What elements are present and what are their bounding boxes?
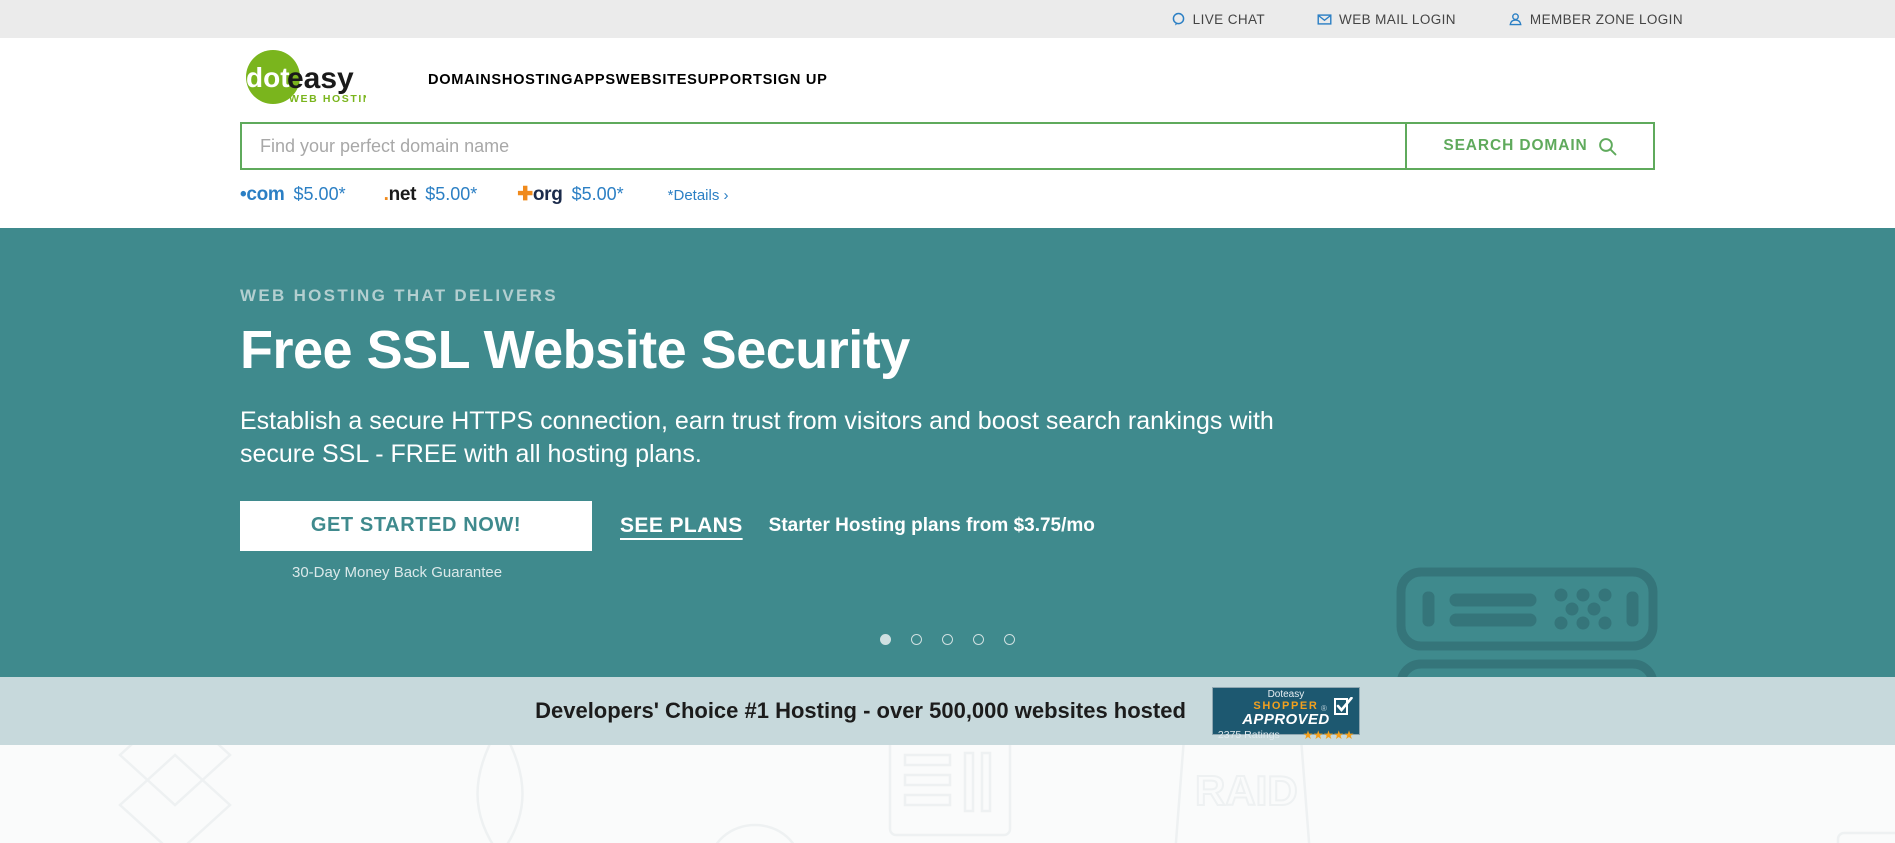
server-rack-icon (1387, 564, 1667, 677)
watermark-graphics: RAID (118, 745, 1895, 843)
site-header: dot easy WEB HOSTING DOMAINS HOSTING APP… (0, 38, 1895, 122)
tld-com-name: •com (240, 184, 285, 205)
search-domain-label: SEARCH DOMAIN (1443, 137, 1588, 154)
domain-search-section: SEARCH DOMAIN (0, 122, 1895, 170)
carousel-dot-3[interactable] (942, 634, 953, 645)
search-domain-button[interactable]: SEARCH DOMAIN (1405, 124, 1653, 168)
badge-footer: 2375 Ratings ★★★★★ (1213, 727, 1359, 742)
hero-eyebrow: WEB HOSTING THAT DELIVERS (240, 286, 558, 305)
carousel-dots (0, 634, 1895, 645)
carousel-dot-2[interactable] (911, 634, 922, 645)
utility-topbar: LIVE CHAT WEB MAIL LOGIN MEMBER ZONE LOG… (0, 0, 1895, 38)
badge-registered-mark: ® (1321, 704, 1327, 713)
member-zone-login-label: MEMBER ZONE LOGIN (1529, 11, 1683, 27)
tld-org-name: ✚org (517, 184, 563, 205)
search-input[interactable] (242, 124, 1405, 168)
trust-banner-text: Developers' Choice #1 Hosting - over 500… (535, 698, 1186, 723)
search-icon (1598, 137, 1617, 156)
trust-banner: Developers' Choice #1 Hosting - over 500… (0, 677, 1895, 745)
shopper-approved-badge[interactable]: Doteasy SHOPPER APPROVED ® 2375 Ratings … (1211, 687, 1360, 742)
svg-text:WEB HOSTING: WEB HOSTING (289, 93, 366, 105)
domain-search-bar: SEARCH DOMAIN (240, 122, 1655, 170)
svg-text:easy: easy (287, 62, 354, 95)
tld-net-price: $5.00* (425, 184, 478, 204)
web-mail-login-label: WEB MAIL LOGIN (1339, 11, 1456, 27)
envelope-icon (1317, 12, 1332, 27)
checkmark-icon (1333, 696, 1353, 716)
nav-item-sign-up[interactable]: SIGN UP (763, 72, 828, 88)
member-zone-login-link[interactable]: MEMBER ZONE LOGIN (1508, 12, 1683, 27)
see-plans-link[interactable]: SEE PLANS (620, 514, 743, 538)
user-icon (1508, 12, 1523, 27)
svg-text:RAID: RAID (1195, 767, 1298, 814)
badge-ratings-count: 2375 Ratings (1217, 728, 1280, 741)
get-started-button[interactable]: GET STARTED NOW! (240, 500, 592, 551)
live-chat-label: LIVE CHAT (1192, 11, 1266, 27)
nav-item-apps[interactable]: APPS (573, 72, 616, 88)
web-mail-login-link[interactable]: WEB MAIL LOGIN (1317, 12, 1456, 27)
hero-title: Free SSL Website Security (240, 320, 910, 380)
starter-plan-note: Starter Hosting plans from $3.75/mo (768, 514, 1095, 536)
tld-pricing-row: •com $5.00* .net $5.00* ✚org $5.00* *Det… (0, 170, 1895, 228)
tld-org-prefix: ✚ (517, 184, 533, 205)
nav-item-hosting[interactable]: HOSTING (502, 72, 573, 88)
carousel-dot-5[interactable] (1004, 634, 1015, 645)
hero-cta-row: GET STARTED NOW! SEE PLANS Starter Hosti… (240, 500, 1655, 551)
chat-bubble-icon (1171, 12, 1186, 27)
tld-net[interactable]: .net $5.00* (384, 184, 478, 206)
tld-org-price: $5.00* (571, 184, 624, 204)
tld-com[interactable]: •com $5.00* (240, 184, 346, 206)
hero-banner: WEB HOSTING THAT DELIVERS Free SSL Websi… (0, 228, 1895, 677)
doteasy-logo[interactable]: dot easy WEB HOSTING (240, 49, 366, 111)
tld-com-price: $5.00* (293, 184, 346, 204)
live-chat-link[interactable]: LIVE CHAT (1171, 12, 1265, 27)
nav-item-support[interactable]: SUPPORT (687, 72, 762, 88)
main-navigation: DOMAINS HOSTING APPS WEBSITE SUPPORT SIG… (428, 72, 828, 88)
svg-text:dot: dot (246, 62, 290, 93)
nav-item-website[interactable]: WEBSITE (616, 72, 687, 88)
below-fold-section: RAID (0, 745, 1895, 843)
hero-description: Establish a secure HTTPS connection, ear… (240, 406, 1274, 468)
star-rating-icon: ★★★★★ (1302, 727, 1355, 742)
tld-details-link[interactable]: *Details › (668, 187, 729, 204)
nav-item-domains[interactable]: DOMAINS (428, 72, 502, 88)
carousel-dot-4[interactable] (973, 634, 984, 645)
carousel-dot-1[interactable] (880, 634, 891, 645)
tld-org[interactable]: ✚org $5.00* (517, 183, 623, 206)
tld-net-name: .net (383, 184, 417, 205)
